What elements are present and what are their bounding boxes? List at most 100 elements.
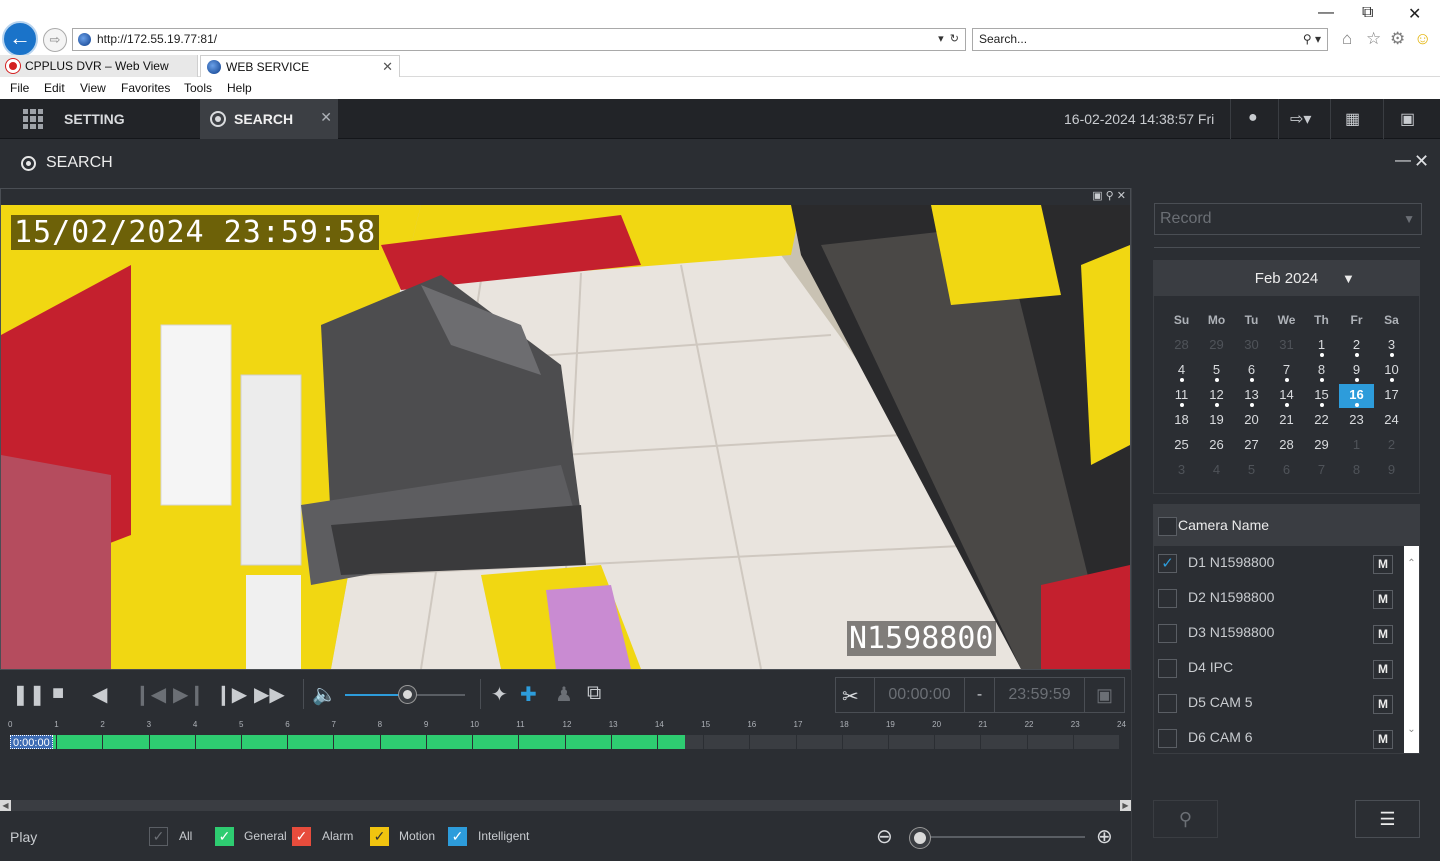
digital-zoom-icon[interactable]: ✚ (520, 682, 537, 707)
select-all-cameras-checkbox[interactable] (1158, 517, 1177, 536)
calendar-day[interactable]: 6 (1234, 359, 1269, 383)
camera-stream-mode-button[interactable]: M (1373, 730, 1393, 749)
smart-search-button[interactable]: ⚲ (1153, 800, 1218, 838)
slow-play-icon[interactable]: ❙▶ (215, 682, 247, 707)
camera-row[interactable]: D2 N1598800 M (1154, 581, 1404, 616)
next-frame-icon[interactable]: ▶❙ (173, 682, 205, 707)
camera-checkbox[interactable] (1158, 624, 1177, 643)
calendar-day[interactable]: 1 (1304, 334, 1339, 358)
camera-stream-mode-button[interactable]: M (1373, 695, 1393, 714)
calendar-day[interactable]: 29 (1304, 434, 1339, 458)
qr-code-icon[interactable]: ▦ (1345, 109, 1360, 129)
restore-window-icon[interactable]: ⧉ (1362, 4, 1373, 22)
scroll-up-arrow-icon[interactable]: ⌃ (1404, 558, 1419, 569)
legend-all-checkbox[interactable]: ✓ (149, 827, 168, 846)
camera-row[interactable]: D5 CAM 5 M (1154, 686, 1404, 721)
timeline-track[interactable] (10, 735, 1119, 749)
tools-gear-icon[interactable]: ⚙ (1390, 29, 1405, 49)
address-bar[interactable]: http://172.55.19.77:81/ ▾ ↻ (72, 28, 966, 51)
camera-stream-mode-button[interactable]: M (1373, 555, 1393, 574)
pause-icon[interactable]: ❚❚ (12, 682, 46, 707)
calendar-day[interactable]: 3 (1374, 334, 1409, 358)
clip-end-time[interactable]: 23:59:59 (994, 678, 1084, 712)
timeline-zoom-track[interactable] (920, 836, 1085, 838)
camera-checkbox[interactable]: ✓ (1158, 554, 1177, 573)
search-magnifier-icon[interactable]: ⚲ ▾ (1303, 29, 1321, 50)
calendar-day[interactable]: 21 (1269, 409, 1304, 433)
calendar-day[interactable]: 17 (1374, 384, 1409, 408)
browser-search-input[interactable]: Search... ⚲ ▾ (972, 28, 1328, 51)
scissors-icon[interactable]: ✂ (842, 684, 859, 709)
forward-button[interactable]: ⇨ (43, 28, 67, 52)
calendar-day[interactable]: 15 (1304, 384, 1339, 408)
camera-row[interactable]: D4 IPC M (1154, 651, 1404, 686)
calendar-day[interactable]: 27 (1234, 434, 1269, 458)
camera-stream-mode-button[interactable]: M (1373, 590, 1393, 609)
stop-icon[interactable]: ■ (52, 682, 64, 705)
previous-frame-icon[interactable]: ❙◀ (134, 682, 166, 707)
menu-file[interactable]: File (10, 81, 29, 95)
calendar-day[interactable]: 5 (1199, 359, 1234, 383)
address-controls[interactable]: ▾ ↻ (938, 29, 959, 50)
calendar-day[interactable]: 13 (1234, 384, 1269, 408)
calendar-day[interactable]: 9 (1339, 359, 1374, 383)
calendar-day[interactable]: 28 (1269, 434, 1304, 458)
user-icon[interactable]: ● (1248, 109, 1258, 127)
pin-icon[interactable]: ✦ (491, 682, 508, 707)
smart-search-icon[interactable]: ♟ (555, 682, 573, 707)
video-window-icons[interactable]: ▣ ⚲ ✕ (1092, 189, 1126, 202)
display-icon[interactable]: ▣ (1400, 109, 1415, 129)
calendar-day[interactable]: 19 (1199, 409, 1234, 433)
menu-help[interactable]: Help (227, 81, 252, 95)
calendar-day[interactable]: 12 (1199, 384, 1234, 408)
camera-row[interactable]: D3 N1598800 M (1154, 616, 1404, 651)
favorites-star-icon[interactable]: ☆ (1366, 29, 1381, 49)
menu-favorites[interactable]: Favorites (121, 81, 170, 95)
legend-motion-checkbox[interactable]: ✓ (370, 827, 389, 846)
calendar-day[interactable]: 4 (1164, 359, 1199, 383)
save-clip-icon[interactable]: ▣ (1084, 678, 1124, 712)
camera-checkbox[interactable] (1158, 589, 1177, 608)
camera-feed[interactable]: 15/02/2024 23:59:58 N1598800 (1, 205, 1130, 669)
calendar-day[interactable]: 11 (1164, 384, 1199, 408)
search-tab[interactable]: SEARCH ✕ (200, 99, 338, 139)
menu-tools[interactable]: Tools (184, 81, 212, 95)
camera-row[interactable]: ✓ D1 N1598800 M (1154, 546, 1404, 581)
camera-list-scrollbar[interactable]: ⌃ ⌄ (1404, 546, 1419, 753)
camera-stream-mode-button[interactable]: M (1373, 660, 1393, 679)
feedback-smiley-icon[interactable]: ☺ (1414, 29, 1431, 49)
fullscreen-icon[interactable]: ⧉ (587, 682, 601, 705)
camera-checkbox[interactable] (1158, 729, 1177, 748)
minimize-panel-icon[interactable]: — (1395, 152, 1411, 170)
zoom-in-icon[interactable]: ⊕ (1096, 824, 1113, 849)
camera-checkbox[interactable] (1158, 659, 1177, 678)
menu-edit[interactable]: Edit (44, 81, 65, 95)
tab-cpplus-dvr[interactable]: CPPLUS DVR – Web View (0, 55, 198, 77)
camera-stream-mode-button[interactable]: M (1373, 625, 1393, 644)
calendar-day[interactable]: 8 (1304, 359, 1339, 383)
volume-icon[interactable]: 🔈 (312, 682, 337, 707)
minimize-window-icon[interactable]: — (1318, 4, 1334, 22)
scroll-down-arrow-icon[interactable]: ⌄ (1404, 724, 1419, 735)
play-backward-icon[interactable]: ◀ (92, 682, 107, 707)
calendar-day[interactable]: 26 (1199, 434, 1234, 458)
setting-tab[interactable]: SETTING (64, 111, 125, 127)
close-panel-icon[interactable]: ✕ (1414, 151, 1429, 172)
calendar-day[interactable]: 25 (1164, 434, 1199, 458)
calendar-day[interactable]: 22 (1304, 409, 1339, 433)
main-menu-grid-icon[interactable] (23, 109, 43, 129)
menu-view[interactable]: View (80, 81, 106, 95)
timeline-horizontal-scrollbar[interactable]: ◀ ▶ (0, 800, 1131, 811)
close-tab-icon[interactable]: ✕ (382, 56, 393, 78)
zoom-out-icon[interactable]: ⊖ (876, 824, 893, 849)
calendar-day[interactable]: 23 (1339, 409, 1374, 433)
tab-web-service[interactable]: WEB SERVICE ✕ (200, 55, 400, 77)
calendar-day[interactable]: 7 (1269, 359, 1304, 383)
camera-checkbox[interactable] (1158, 694, 1177, 713)
legend-intelligent-checkbox[interactable]: ✓ (448, 827, 467, 846)
legend-alarm-checkbox[interactable]: ✓ (292, 827, 311, 846)
close-window-icon[interactable]: ✕ (1408, 4, 1421, 24)
calendar-day[interactable]: 24 (1374, 409, 1409, 433)
calendar-day[interactable]: 10 (1374, 359, 1409, 383)
calendar-day[interactable]: 16 (1339, 384, 1374, 408)
